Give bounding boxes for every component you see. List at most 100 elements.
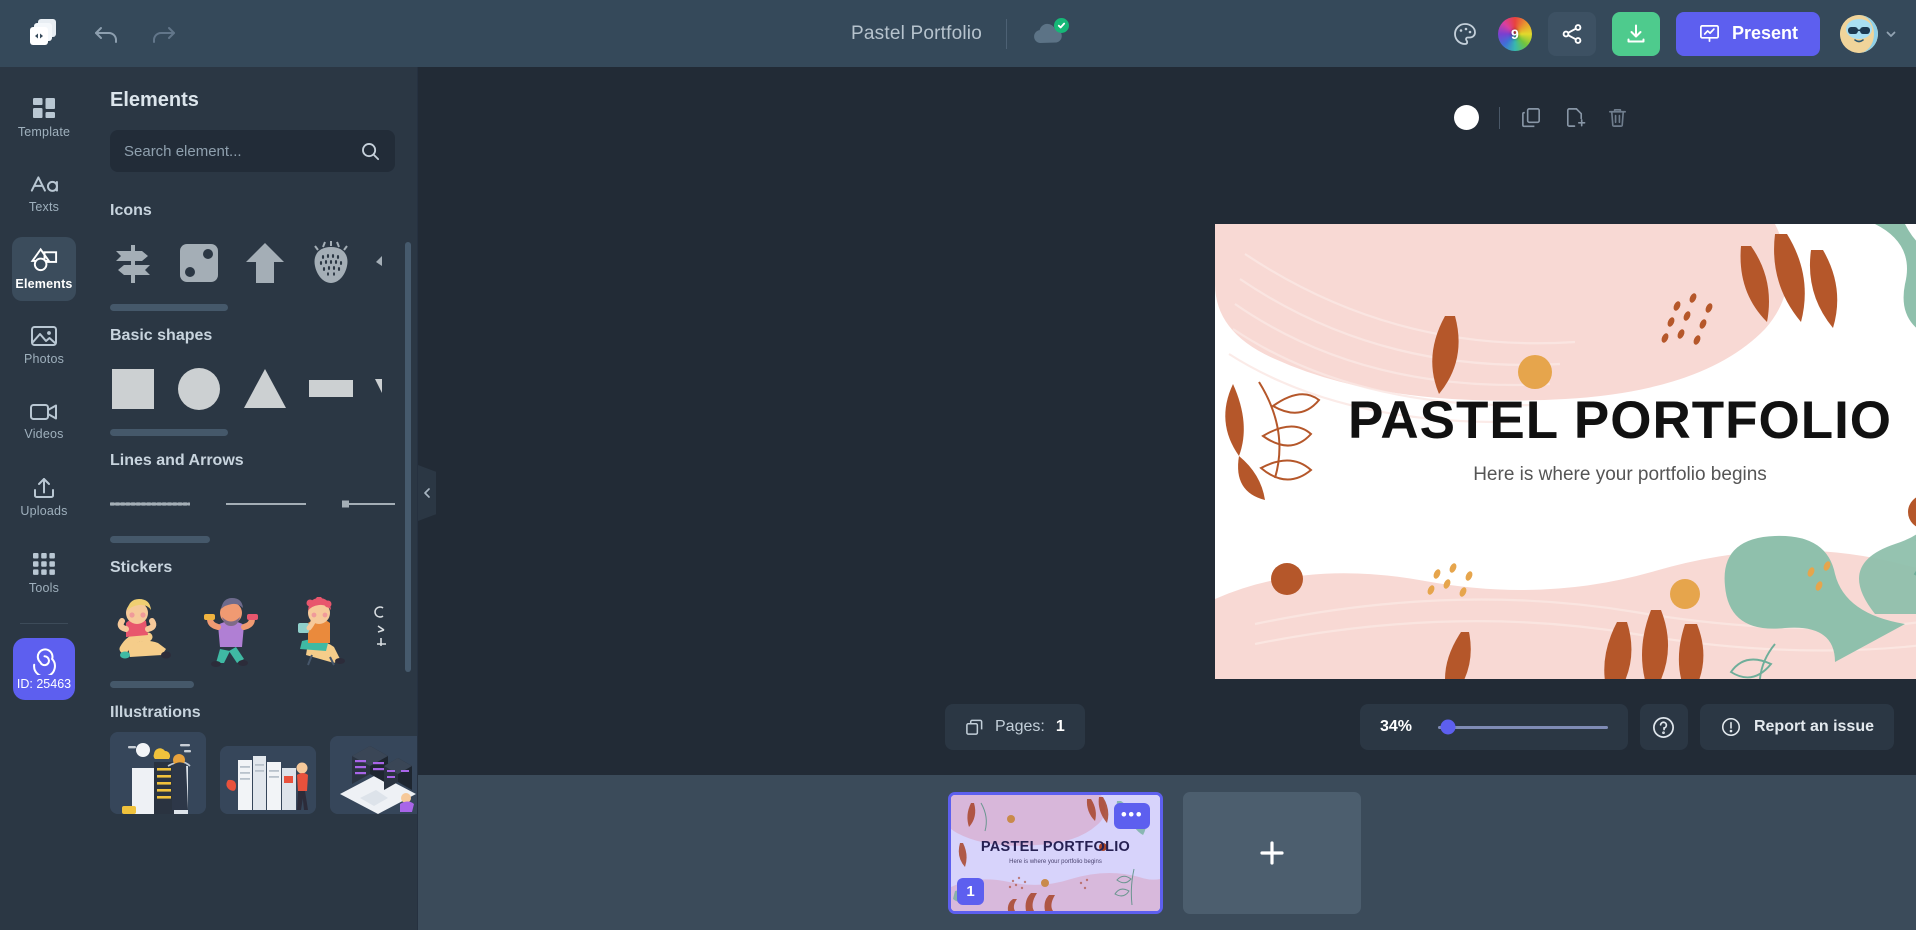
page-thumbnail-1[interactable]: ••• PASTEL PORTFOLIO Here is where your … [948, 791, 1163, 914]
basic-shapes-row-scrollbar[interactable] [110, 429, 228, 436]
add-page-icon[interactable] [1563, 106, 1586, 129]
section-title-lines-arrows: Lines and Arrows [110, 452, 244, 469]
sidebar-item-elements[interactable]: Elements [12, 237, 76, 301]
illustration-isometric-servers[interactable] [330, 736, 417, 814]
section-title-icons: Icons [110, 202, 152, 219]
basic-shapes-row [110, 355, 395, 421]
rectangle-shape[interactable] [308, 365, 354, 411]
sticker-man-dumbbells[interactable] [198, 597, 264, 667]
panel-content: Icons Basic shapes Lines and Arrows Stic… [88, 186, 417, 930]
canvas-area: PASTEL PORTFOLIO Here is where your port… [418, 67, 1916, 930]
redo-icon[interactable] [148, 19, 178, 49]
pages-button[interactable]: Pages: 1 [945, 704, 1085, 750]
undo-icon[interactable] [92, 19, 122, 49]
id-badge[interactable]: ID: 25463 [13, 638, 75, 700]
sidebar-item-template[interactable]: Template [12, 85, 76, 149]
photos-icon [30, 324, 58, 348]
stickers-row-scrollbar[interactable] [110, 681, 194, 688]
search-element-box[interactable] [110, 130, 395, 172]
illustrations-row [110, 732, 417, 814]
background-color-button[interactable] [1454, 105, 1479, 130]
sidebar-item-label: Elements [15, 277, 73, 291]
search-icon[interactable] [360, 141, 381, 162]
pages-icon [965, 718, 984, 737]
partial-sticker[interactable] [374, 600, 388, 660]
sidebar-item-photos[interactable]: Photos [12, 313, 76, 377]
history-controls [92, 19, 178, 49]
trash-icon[interactable] [1606, 106, 1629, 129]
template-icon [31, 95, 57, 121]
strawberry-icon[interactable] [308, 240, 354, 286]
dotted-line[interactable] [110, 501, 190, 507]
chevron-left-icon [421, 487, 433, 499]
present-button[interactable]: Present [1675, 11, 1820, 56]
avatar [1840, 14, 1878, 53]
page-thumbnail-strip: ••• PASTEL PORTFOLIO Here is where your … [418, 775, 1916, 930]
solid-line[interactable] [226, 501, 306, 507]
thumbnail-subtitle: Here is where your portfolio begins [1009, 858, 1102, 865]
illustration-data-center[interactable] [220, 746, 316, 814]
icons-row [110, 230, 395, 296]
zoom-slider[interactable] [1437, 719, 1608, 735]
sticker-woman-coffee[interactable] [286, 597, 352, 666]
plus-icon [1257, 838, 1287, 868]
slide-toolbar [1454, 105, 1629, 130]
spiral-icon [31, 647, 58, 675]
present-label: Present [1731, 23, 1798, 43]
partial-shape[interactable] [374, 365, 382, 411]
slide-subtitle[interactable]: Here is where your portfolio begins [1215, 464, 1916, 486]
lines-arrows-row-scrollbar[interactable] [110, 536, 210, 543]
partial-icon[interactable] [374, 240, 382, 286]
circle-shape[interactable] [176, 365, 222, 411]
duplicate-page-icon[interactable] [1520, 106, 1543, 129]
page-number-badge: 1 [957, 877, 984, 905]
search-input[interactable] [124, 142, 360, 160]
pages-label: Pages: [995, 718, 1045, 735]
zoom-value: 34% [1379, 718, 1412, 735]
app-logo-icon[interactable] [0, 17, 88, 51]
id-badge-label: ID: 25463 [16, 676, 72, 691]
help-circle-icon[interactable] [1639, 704, 1688, 750]
cloud-saved-icon[interactable] [1031, 17, 1069, 47]
slide-canvas[interactable]: PASTEL PORTFOLIO Here is where your port… [1215, 224, 1916, 679]
palette-icon[interactable] [1448, 17, 1482, 51]
more-options-icon[interactable]: ••• [1114, 802, 1150, 829]
section-title-stickers: Stickers [110, 559, 173, 576]
report-issue-button[interactable]: Report an issue [1699, 704, 1894, 750]
sidebar-item-videos[interactable]: Videos [12, 389, 76, 453]
zoom-slider-handle[interactable] [1440, 719, 1456, 735]
pages-count: 1 [1055, 718, 1065, 735]
zoom-control: 34% [1359, 704, 1628, 750]
color-wheel-button[interactable]: 9 [1497, 16, 1532, 51]
alert-circle-icon [1720, 716, 1742, 738]
canvas-viewport[interactable]: PASTEL PORTFOLIO Here is where your port… [418, 67, 1916, 679]
collapse-panel-button[interactable] [418, 465, 436, 521]
illustration-server-cloud[interactable] [110, 732, 206, 814]
square-endpoint-line[interactable] [342, 499, 395, 509]
lines-arrows-row [110, 480, 395, 528]
share-icon[interactable] [1547, 11, 1596, 56]
add-page-button[interactable] [1183, 791, 1361, 914]
account-menu[interactable] [1840, 14, 1898, 53]
sidebar-divider [20, 623, 68, 624]
toolbar-divider [1499, 106, 1500, 129]
panel-scrollbar[interactable] [405, 242, 411, 672]
sidebar-item-texts[interactable]: Texts [12, 161, 76, 225]
tools-grid-icon [31, 551, 57, 577]
signpost-icon[interactable] [110, 240, 156, 286]
presentation-icon [1698, 22, 1721, 45]
arrow-up-icon[interactable] [242, 240, 288, 286]
icons-row-scrollbar[interactable] [110, 304, 228, 311]
slide-title[interactable]: PASTEL PORTFOLIO [1215, 390, 1916, 451]
download-icon[interactable] [1611, 11, 1660, 56]
sticker-sitting-woman[interactable] [110, 597, 176, 663]
document-title[interactable]: Pastel Portfolio [851, 23, 1006, 45]
dice-icon[interactable] [176, 240, 222, 286]
square-shape[interactable] [110, 365, 156, 411]
zoom-and-help-controls: 34% Report an issue [1359, 704, 1894, 750]
color-wheel-badge: 9 [1511, 25, 1519, 42]
section-title-illustrations: Illustrations [110, 704, 201, 721]
sidebar-item-tools[interactable]: Tools [12, 541, 76, 605]
triangle-shape[interactable] [242, 365, 288, 411]
sidebar-item-uploads[interactable]: Uploads [12, 465, 76, 529]
